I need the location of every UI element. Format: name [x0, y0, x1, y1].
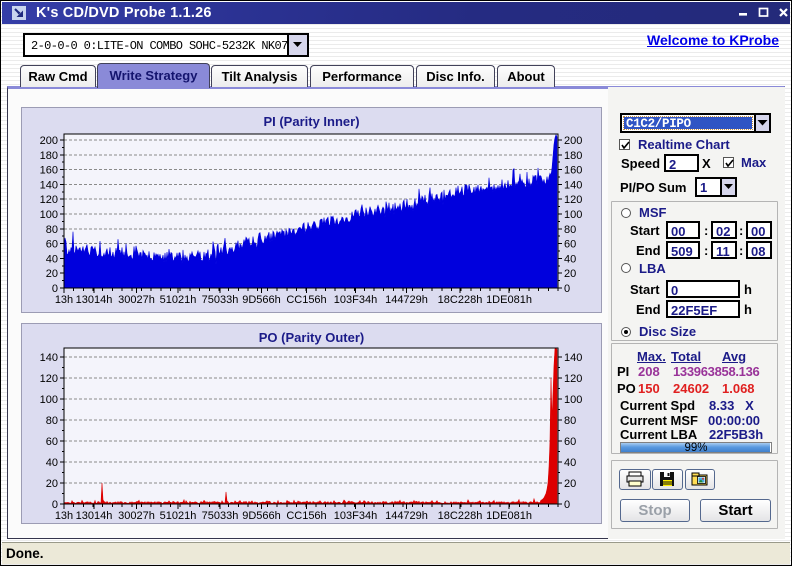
svg-text:100: 100	[40, 394, 58, 406]
svg-text:18C228h: 18C228h	[438, 510, 483, 522]
svg-text:60: 60	[564, 436, 576, 448]
svg-text:80: 80	[46, 415, 58, 427]
svg-text:100: 100	[40, 209, 58, 221]
svg-text:140: 140	[564, 179, 582, 191]
svg-text:200: 200	[40, 135, 58, 147]
svg-text:120: 120	[564, 373, 582, 385]
svg-text:1DE081h: 1DE081h	[486, 294, 532, 306]
svg-text:100: 100	[564, 209, 582, 221]
svg-text:144729h: 144729h	[385, 294, 428, 306]
svg-text:CC156h: CC156h	[286, 510, 326, 522]
svg-text:30027h: 30027h	[118, 510, 155, 522]
svg-text:120: 120	[40, 194, 58, 206]
svg-text:120: 120	[564, 194, 582, 206]
svg-text:75033h: 75033h	[202, 510, 239, 522]
svg-text:20: 20	[46, 478, 58, 490]
svg-text:180: 180	[40, 150, 58, 162]
svg-text:60: 60	[46, 436, 58, 448]
svg-text:80: 80	[564, 224, 576, 236]
svg-text:140: 140	[40, 179, 58, 191]
svg-text:60: 60	[46, 239, 58, 251]
svg-text:13h: 13h	[55, 510, 73, 522]
svg-text:120: 120	[40, 373, 58, 385]
svg-text:20: 20	[564, 268, 576, 280]
svg-text:18C228h: 18C228h	[438, 294, 483, 306]
svg-text:200: 200	[564, 135, 582, 147]
svg-text:100: 100	[564, 394, 582, 406]
svg-text:30027h: 30027h	[118, 294, 155, 306]
svg-text:160: 160	[564, 165, 582, 177]
svg-text:13014h: 13014h	[76, 294, 113, 306]
svg-text:180: 180	[564, 150, 582, 162]
svg-text:80: 80	[564, 415, 576, 427]
svg-text:20: 20	[564, 478, 576, 490]
svg-text:9D566h: 9D566h	[242, 510, 281, 522]
svg-text:40: 40	[564, 253, 576, 265]
svg-text:160: 160	[40, 165, 58, 177]
svg-text:1DE081h: 1DE081h	[486, 510, 532, 522]
svg-text:103F34h: 103F34h	[334, 510, 377, 522]
svg-text:0: 0	[564, 283, 570, 295]
svg-text:60: 60	[564, 239, 576, 251]
svg-text:40: 40	[564, 457, 576, 469]
svg-text:51021h: 51021h	[160, 510, 197, 522]
svg-text:20: 20	[46, 268, 58, 280]
svg-text:40: 40	[46, 457, 58, 469]
svg-text:0: 0	[564, 499, 570, 511]
svg-text:13h: 13h	[55, 294, 73, 306]
svg-text:103F34h: 103F34h	[334, 294, 377, 306]
svg-text:80: 80	[46, 224, 58, 236]
svg-text:140: 140	[564, 352, 582, 364]
svg-text:140: 140	[40, 352, 58, 364]
svg-text:9D566h: 9D566h	[242, 294, 281, 306]
svg-text:144729h: 144729h	[385, 510, 428, 522]
svg-text:51021h: 51021h	[160, 294, 197, 306]
svg-text:CC156h: CC156h	[286, 294, 326, 306]
svg-text:13014h: 13014h	[76, 510, 113, 522]
svg-text:75033h: 75033h	[202, 294, 239, 306]
svg-text:40: 40	[46, 253, 58, 265]
